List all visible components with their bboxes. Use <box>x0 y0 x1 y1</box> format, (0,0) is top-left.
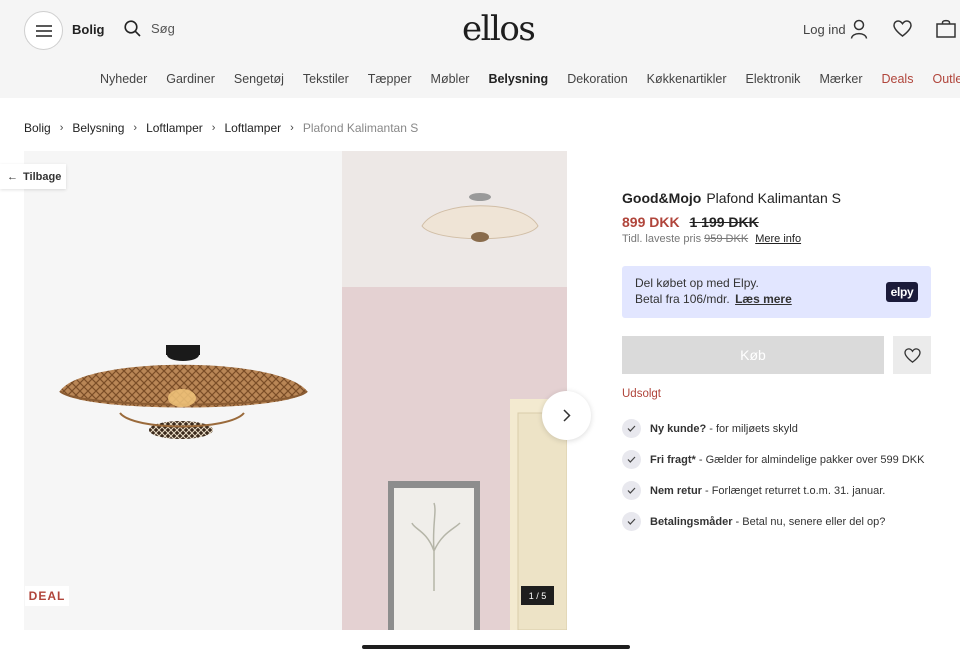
usp-title: Ny kunde? <box>650 422 707 435</box>
price-current: 899 DKK <box>622 214 680 230</box>
chevron-right-icon: › <box>211 122 216 134</box>
elpy-read-more-link[interactable]: Læs mere <box>735 292 792 306</box>
product-title: Good&Mojo Plafond Kalimantan S <box>622 190 841 206</box>
nav-item-belysning[interactable]: Belysning <box>488 72 548 86</box>
usp-new-customer[interactable]: Ny kunde? - for miljøets skyld <box>622 419 798 438</box>
breadcrumb-item[interactable]: Loftlamper <box>224 121 281 135</box>
breadcrumb-current: Plafond Kalimantan S <box>302 121 419 135</box>
arrow-left-icon: ← <box>7 170 18 183</box>
back-button[interactable]: ← Tilbage <box>0 164 66 189</box>
room-scene-image <box>388 193 567 630</box>
heart-icon <box>903 347 921 363</box>
usp-title: Betalingsmåder <box>650 515 733 528</box>
previous-price-label: Tidl. laveste pris <box>622 233 702 245</box>
check-icon <box>622 450 641 469</box>
nav-item-tekstiler[interactable]: Tekstiler <box>303 72 349 86</box>
search-placeholder[interactable]: Søg <box>151 21 175 36</box>
nav-item-kokkenartikler[interactable]: Køkkenartikler <box>647 72 727 86</box>
previous-price-value: 959 DKK <box>704 233 749 245</box>
search-field[interactable]: Søg <box>124 20 175 37</box>
shopping-bag-icon[interactable] <box>936 19 956 38</box>
nav-item-sengetoj[interactable]: Sengetøj <box>234 72 284 86</box>
nav-item-nyheder[interactable]: Nyheder <box>100 72 147 86</box>
menu-button[interactable] <box>24 11 63 50</box>
usp-payment-methods[interactable]: Betalingsmåder - Betal nu, senere eller d… <box>622 512 885 531</box>
breadcrumb-item[interactable]: Bolig <box>24 121 51 135</box>
nav-item-outlet[interactable]: Outlet <box>932 72 960 86</box>
deal-badge: DEAL <box>25 586 69 606</box>
ellos-logo[interactable]: ellos <box>462 9 536 49</box>
usp-text: - Betal nu, senere eller del op? <box>735 515 886 528</box>
elpy-monthly: Betal fra 106/mdr. <box>635 292 730 306</box>
hamburger-icon <box>35 24 52 37</box>
usp-text: - Forlænget returret t.o.m. 31. januar. <box>704 484 886 497</box>
product-name: Plafond Kalimantan S <box>706 190 841 206</box>
nav-item-deals[interactable]: Deals <box>882 72 914 86</box>
chevron-right-icon: › <box>290 122 294 134</box>
chevron-right-icon: › <box>59 122 64 134</box>
usp-text: - for miljøets skyld <box>709 422 798 435</box>
breadcrumb-item[interactable]: Belysning <box>72 121 124 135</box>
previous-lowest-price: Tidl. laveste pris 959 DKK Mere info <box>622 233 801 245</box>
price-row: 899 DKK 1 199 DKK <box>622 214 759 230</box>
more-info-link[interactable]: Mere info <box>755 233 801 245</box>
usp-free-shipping[interactable]: Fri fragt* - Gælder for almindelige pakke… <box>622 450 924 469</box>
main-nav: Nyheder Gardiner Sengetøj Tekstiler Tæpp… <box>100 72 960 86</box>
nav-item-taepper[interactable]: Tæpper <box>368 72 412 86</box>
home-indicator <box>362 645 630 649</box>
elpy-subtext: Betal fra 106/mdr. Læs mere <box>635 292 792 306</box>
chevron-right-icon: › <box>133 122 138 134</box>
product-image-main[interactable] <box>24 151 342 630</box>
elpy-logo: elpy <box>886 282 918 302</box>
login-link[interactable]: Log ind <box>803 22 846 37</box>
elpy-text: Del købet op med Elpy. <box>635 276 759 290</box>
menu-label[interactable]: Bolig <box>72 22 105 37</box>
elpy-banner: Del købet op med Elpy. Betal fra 106/mdr… <box>622 266 931 318</box>
image-counter: 1 / 5 <box>521 586 554 605</box>
add-to-wishlist-button[interactable] <box>893 336 931 374</box>
product-gallery[interactable] <box>24 151 567 630</box>
search-icon <box>124 20 141 37</box>
check-icon <box>622 512 641 531</box>
user-icon[interactable] <box>850 19 868 39</box>
usp-title: Fri fragt* <box>650 453 696 466</box>
check-icon <box>622 481 641 500</box>
breadcrumb: Bolig › Belysning › Loftlamper › Loftlam… <box>24 121 418 135</box>
nav-item-gardiner[interactable]: Gardiner <box>166 72 215 86</box>
nav-item-mobler[interactable]: Møbler <box>431 72 470 86</box>
back-label: Tilbage <box>23 170 62 183</box>
nav-item-maerker[interactable]: Mærker <box>819 72 862 86</box>
product-image-room[interactable] <box>342 151 567 630</box>
nav-item-dekoration[interactable]: Dekoration <box>567 72 627 86</box>
nav-item-elektronik[interactable]: Elektronik <box>746 72 801 86</box>
gallery-next-button[interactable] <box>542 391 591 440</box>
usp-title: Nem retur <box>650 484 702 497</box>
usp-text: - Gælder for almindelige pakker over 599… <box>698 453 925 466</box>
chevron-right-icon <box>562 409 571 422</box>
ceiling-lamp-image <box>59 345 308 439</box>
heart-icon[interactable] <box>893 20 912 37</box>
price-original: 1 199 DKK <box>689 214 759 230</box>
buy-button[interactable]: Køb <box>622 336 884 374</box>
soldout-status: Udsolgt <box>622 388 661 400</box>
usp-easy-return[interactable]: Nem retur - Forlænget returret t.o.m. 31.… <box>622 481 885 500</box>
check-icon <box>622 419 641 438</box>
breadcrumb-item[interactable]: Loftlamper <box>146 121 203 135</box>
product-brand[interactable]: Good&Mojo <box>622 190 701 206</box>
site-header: Bolig Søg ellos Log ind Nyheder Gardiner… <box>0 0 960 98</box>
